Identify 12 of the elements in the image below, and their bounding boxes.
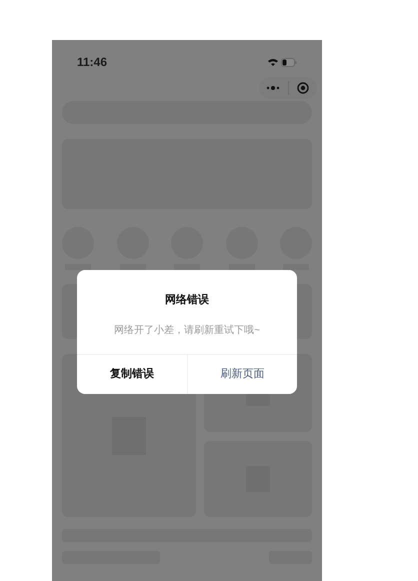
label-skeleton	[283, 264, 309, 270]
label-skeleton	[120, 264, 146, 270]
dialog-message: 网络开了小差，请刷新重试下哦~	[113, 324, 261, 338]
dialog-title: 网络错误	[164, 292, 210, 308]
label-skeleton	[65, 264, 91, 270]
wifi-icon	[268, 58, 278, 66]
status-time: 11:46	[77, 54, 108, 71]
dialog-button[interactable]: 复制错误	[77, 354, 186, 394]
battery-icon	[281, 58, 297, 66]
label-skeleton	[228, 264, 254, 270]
dialog-button[interactable]: 刷新页面	[186, 354, 297, 394]
label-skeleton	[174, 264, 200, 270]
